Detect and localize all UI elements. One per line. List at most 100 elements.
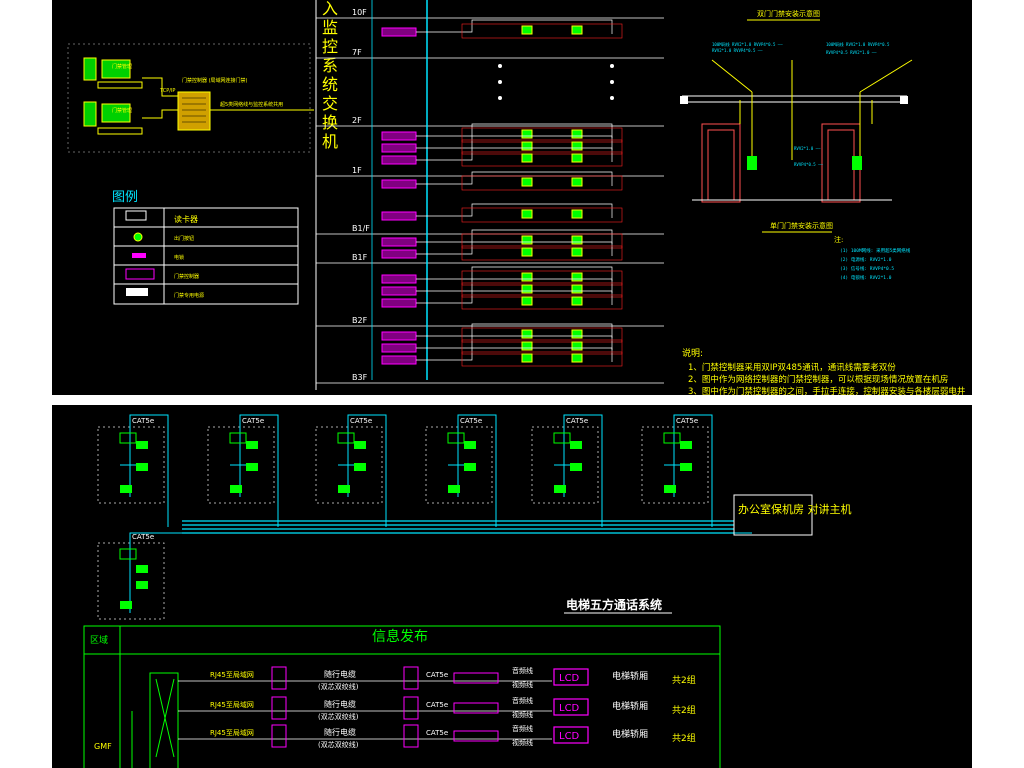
controller-box: [381, 331, 417, 341]
door-station-icon: [464, 441, 476, 449]
dot-marker: [498, 64, 502, 68]
controller-link: [416, 171, 613, 186]
group-count-label: 共2组: [672, 674, 696, 686]
door-station-icon: [246, 463, 258, 471]
cat5e-label: CAT5e: [426, 701, 448, 709]
power-supply-icon: [126, 288, 148, 296]
cat5e-label: CAT5e: [426, 671, 448, 679]
controller-box: [381, 355, 417, 365]
explain-line: 2、图中作为网络控制器的门禁控制器，可以根据现场情况放置在机房: [688, 374, 948, 385]
intercom-box: [663, 432, 681, 444]
floor-label: B1/F: [352, 224, 370, 233]
controller-box: [381, 237, 417, 247]
unit-cable-label: CAT5e: [350, 417, 372, 425]
vertical-title: 入监控系统交换机: [322, 0, 338, 151]
floor-label: 10F: [352, 8, 367, 17]
audio-cable-label: 音频线: [512, 666, 533, 675]
traveling-cable-label: 随行电缆: [324, 669, 356, 679]
converter-box: [271, 696, 287, 720]
rj45-label: RJ45至局域网: [210, 728, 254, 737]
elevator-title: 电梯五方通话系统: [566, 597, 662, 612]
reader-icon: [521, 177, 533, 187]
group-count-label: 共2组: [672, 704, 696, 716]
reader-icon: [521, 141, 533, 151]
controller-box: [381, 249, 417, 259]
controller-box: [381, 211, 417, 221]
floor-label: 1F: [352, 166, 362, 175]
rj45-label: RJ45至局域网: [210, 670, 254, 679]
vertical-title-char: 监: [322, 18, 338, 37]
door-station-icon: [664, 485, 676, 493]
monitor-label-1: 门禁管理: [112, 63, 132, 70]
reader-icon: [521, 284, 533, 294]
info-frame: [83, 625, 721, 768]
reader-icon: [521, 296, 533, 306]
reader-icon: [571, 129, 583, 139]
reader-icon: [521, 341, 533, 351]
traveling-cable-sub-label: (双芯双绞线): [318, 682, 359, 691]
svg-text:RVV2*1.0 RVVP4*0.5 ——: RVV2*1.0 RVVP4*0.5 ——: [712, 48, 763, 53]
access-control-drawing: 门禁管理 门禁管理 TCP/IP 门禁控制器 (局域网连接门禁) 超5类网络线与…: [67, 0, 965, 395]
reader-icon: [571, 141, 583, 151]
elevator-car-label: 电梯轿厢: [612, 728, 648, 740]
legend-item-label: 门禁专用电源: [174, 292, 204, 299]
vertical-title-char: 入: [322, 0, 338, 18]
door-station-icon: [570, 463, 582, 471]
vertical-title-char: 机: [322, 132, 338, 151]
intercom-box: [337, 432, 355, 444]
unit-cable-label: CAT5e: [242, 417, 264, 425]
svg-text:RVV2*1.0 ——: RVV2*1.0 ——: [794, 146, 821, 151]
controller-box: [381, 286, 417, 296]
intercom-box: [119, 548, 137, 560]
floor-label: GMF: [94, 742, 112, 751]
reader-icon: [571, 177, 583, 187]
video-cable-label: 视频线: [512, 738, 533, 747]
monitor-label-2: 门禁管理: [112, 107, 132, 114]
converter-box: [403, 696, 419, 720]
video-cable-label: 视频线: [512, 710, 533, 719]
reader-icon: [521, 247, 533, 257]
server-label: 门禁控制器 (局域网连接门禁): [182, 77, 248, 84]
door-station-icon: [230, 485, 242, 493]
door-station-icon: [338, 485, 350, 493]
note-line: (4) 电锁线: RVV2*1.0: [840, 274, 892, 281]
info-title: 信息发布: [372, 628, 428, 645]
lcd-label: LCD: [559, 703, 580, 714]
door-station-icon: [246, 441, 258, 449]
controller-link: [416, 147, 613, 162]
keyboard-icon: [97, 81, 143, 89]
intercom-box: [553, 432, 571, 444]
door-station-icon: [554, 485, 566, 493]
intercom-box: [229, 432, 247, 444]
controller-box: [381, 179, 417, 189]
pc-tower-icon: [83, 57, 97, 81]
svg-text:RVVP4*0.5 ——: RVVP4*0.5 ——: [794, 162, 823, 167]
floor-schedule: 10F 7F 2F 1F B1/F B1F B2F B3F: [316, 0, 664, 384]
controller-link: [416, 241, 613, 256]
workstation-link: [142, 77, 178, 119]
player-box: [453, 672, 499, 684]
exit-button-icon: [133, 232, 143, 242]
unit-cable-label: CAT5e: [566, 417, 588, 425]
floor-label: B1F: [352, 253, 368, 262]
reader-icon: [571, 341, 583, 351]
dot-marker: [610, 64, 614, 68]
reader-icon: [521, 235, 533, 245]
door-station-icon: [570, 441, 582, 449]
controller-link: [416, 19, 613, 34]
svg-text:100M网线 RVV2*1.0 RVVP4*0.5: 100M网线 RVV2*1.0 RVVP4*0.5: [826, 41, 890, 47]
converter-box: [271, 666, 287, 690]
controller-box: [381, 27, 417, 37]
keyboard-icon: [97, 127, 143, 135]
reader-icon: [521, 329, 533, 339]
controller-link: [416, 347, 613, 362]
info-region-label: 区域: [90, 634, 108, 646]
reader-icon: [571, 235, 583, 245]
single-door-title: 单门门禁安装示意图: [770, 221, 833, 230]
reader-icon: [521, 272, 533, 282]
reader-icon: [571, 153, 583, 163]
door-station-icon: [448, 485, 460, 493]
intercom-box: [119, 432, 137, 444]
controller-link: [416, 203, 613, 218]
reader-icon: [521, 353, 533, 363]
